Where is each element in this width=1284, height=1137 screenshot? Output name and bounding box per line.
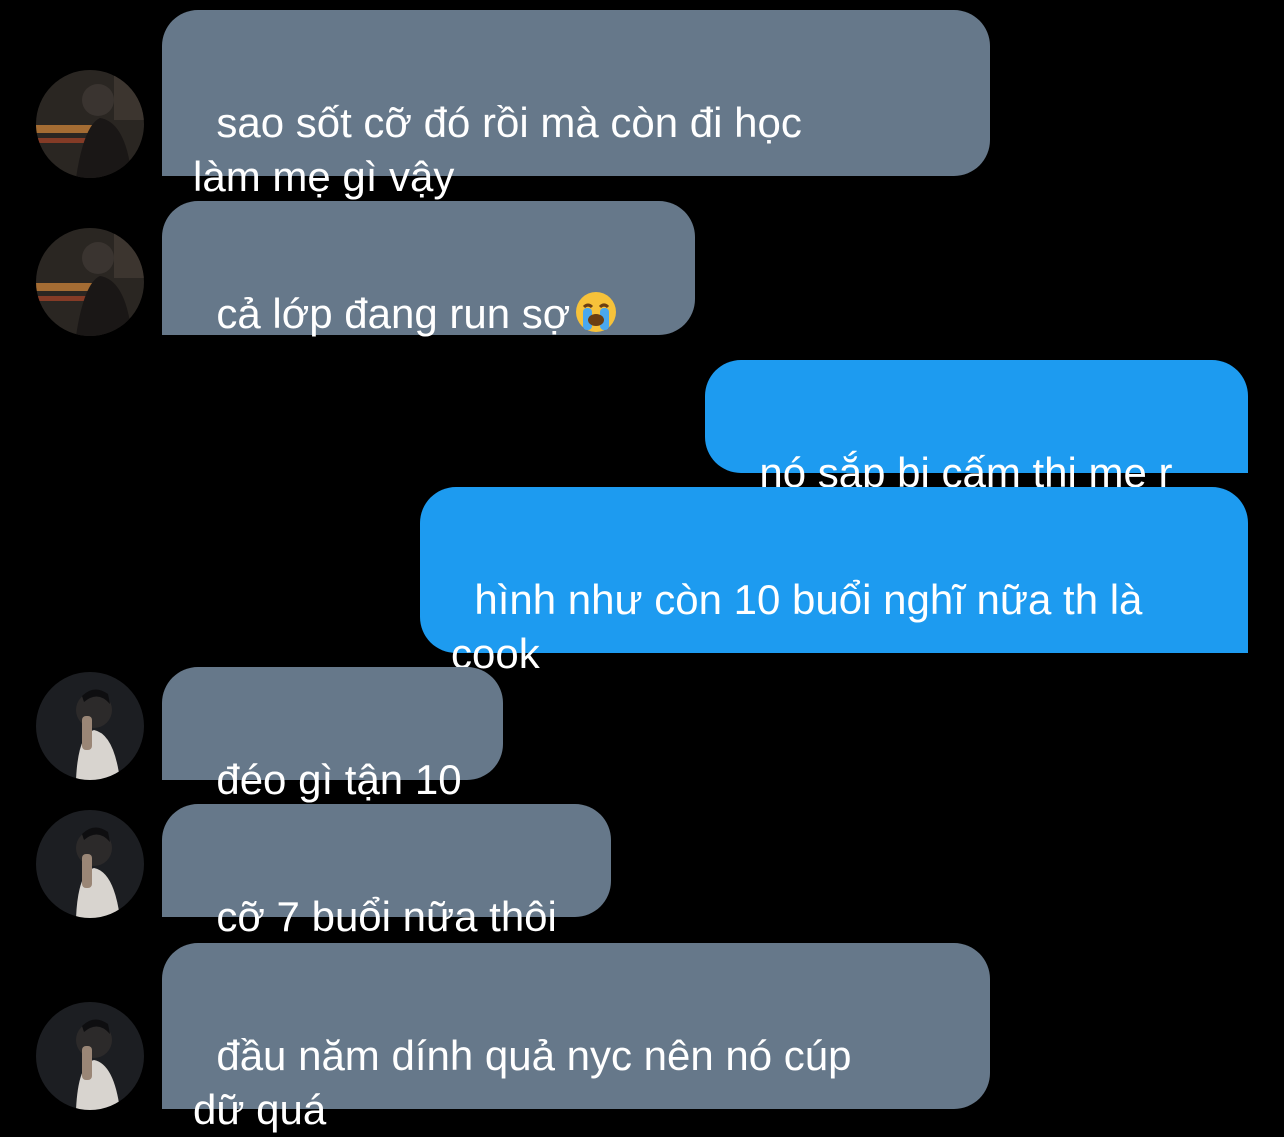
loudly-crying-face-icon: [574, 290, 618, 347]
message-bubble[interactable]: cỡ 7 buổi nữa thôi: [162, 804, 611, 940]
message-bubble[interactable]: cả lớp đang run sợ: [162, 201, 695, 337]
message-text: hình như còn 10 buổi nghĩ nữa th là cook: [451, 576, 1143, 677]
message-bubble[interactable]: đầu năm dính quả nyc nên nó cúp dữ quá: [162, 943, 990, 1133]
message-bubble[interactable]: sao sốt cỡ đó rồi mà còn đi học làm mẹ g…: [162, 10, 990, 200]
avatar[interactable]: [36, 228, 144, 336]
message-bubble[interactable]: hình như còn 10 buổi nghĩ nữa th là cook: [420, 487, 1248, 677]
avatar[interactable]: [36, 672, 144, 780]
message-text: đéo gì tận 10: [216, 756, 462, 803]
message-text: sao sốt cỡ đó rồi mà còn đi học làm mẹ g…: [193, 99, 802, 200]
avatar[interactable]: [36, 1002, 144, 1110]
avatar[interactable]: [36, 70, 144, 178]
message-bubble[interactable]: nó sắp bị cấm thi mẹ r: [705, 360, 1248, 496]
message-text: cả lớp đang run sợ: [216, 290, 571, 337]
message-bubble[interactable]: đéo gì tận 10: [162, 667, 503, 803]
avatar[interactable]: [36, 810, 144, 918]
message-text: cỡ 7 buổi nữa thôi: [216, 893, 557, 940]
